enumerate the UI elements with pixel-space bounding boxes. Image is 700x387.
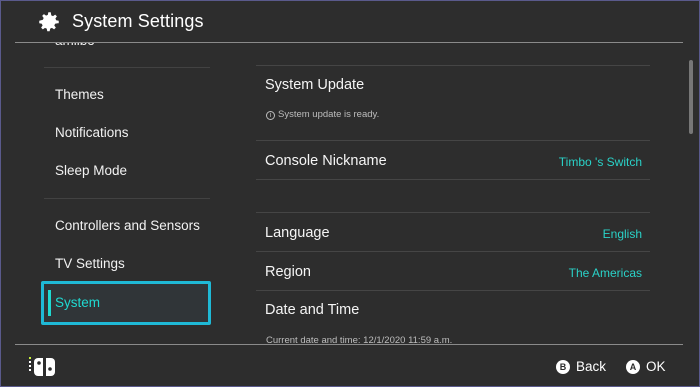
sidebar: amiibo Themes Notifications Sleep Mode C… [0,43,240,344]
system-update-label: System Update [265,77,365,93]
region-value: The Americas [568,266,642,280]
footer-bar: B Back A OK [0,345,700,387]
system-update-status: i System update is ready. [266,109,379,120]
sidebar-divider [44,67,210,68]
sidebar-divider [44,198,210,199]
sidebar-item-system[interactable]: System [41,281,211,325]
sidebar-item-controllers-and-sensors[interactable]: Controllers and Sensors [55,218,200,233]
row-divider [256,251,650,252]
sidebar-item-tv-settings[interactable]: TV Settings [55,256,125,271]
selection-indicator [48,290,51,316]
language-label: Language [265,225,330,241]
ok-button[interactable]: A OK [626,359,666,374]
console-nickname-label: Console Nickname [265,153,387,169]
region-label: Region [265,264,311,280]
row-divider [256,65,650,66]
a-button-icon: A [626,359,640,374]
page-title: System Settings [72,11,204,31]
sidebar-item-label: System [55,295,101,310]
row-divider [256,140,650,141]
current-date-time: Current date and time: 12/1/2020 11:59 a… [266,335,453,344]
header-bar: System Settings [0,0,700,42]
back-button[interactable]: B Back [556,359,606,374]
row-divider [256,179,650,180]
info-icon: i [266,111,275,120]
b-button-icon: B [556,359,570,374]
gear-icon [39,12,59,32]
scrollbar-thumb[interactable] [689,60,693,134]
system-update-status-text: System update is ready. [278,109,380,120]
sidebar-item-notifications[interactable]: Notifications [55,125,129,140]
sidebar-item-amiibo[interactable]: amiibo [55,43,95,48]
date-and-time-label: Date and Time [265,302,360,318]
ok-label: OK [646,359,666,374]
back-label: Back [576,359,607,374]
row-divider [256,212,650,213]
language-value: English [602,227,642,241]
settings-list: System Update i System update is ready. C… [240,43,680,344]
row-divider [256,290,650,291]
console-nickname-value: Timbo 's Switch [558,155,642,169]
sidebar-item-sleep-mode[interactable]: Sleep Mode [55,163,127,178]
scrollbar[interactable] [689,43,693,343]
joy-con-controller-icon [29,357,55,376]
sidebar-item-themes[interactable]: Themes [55,87,104,102]
